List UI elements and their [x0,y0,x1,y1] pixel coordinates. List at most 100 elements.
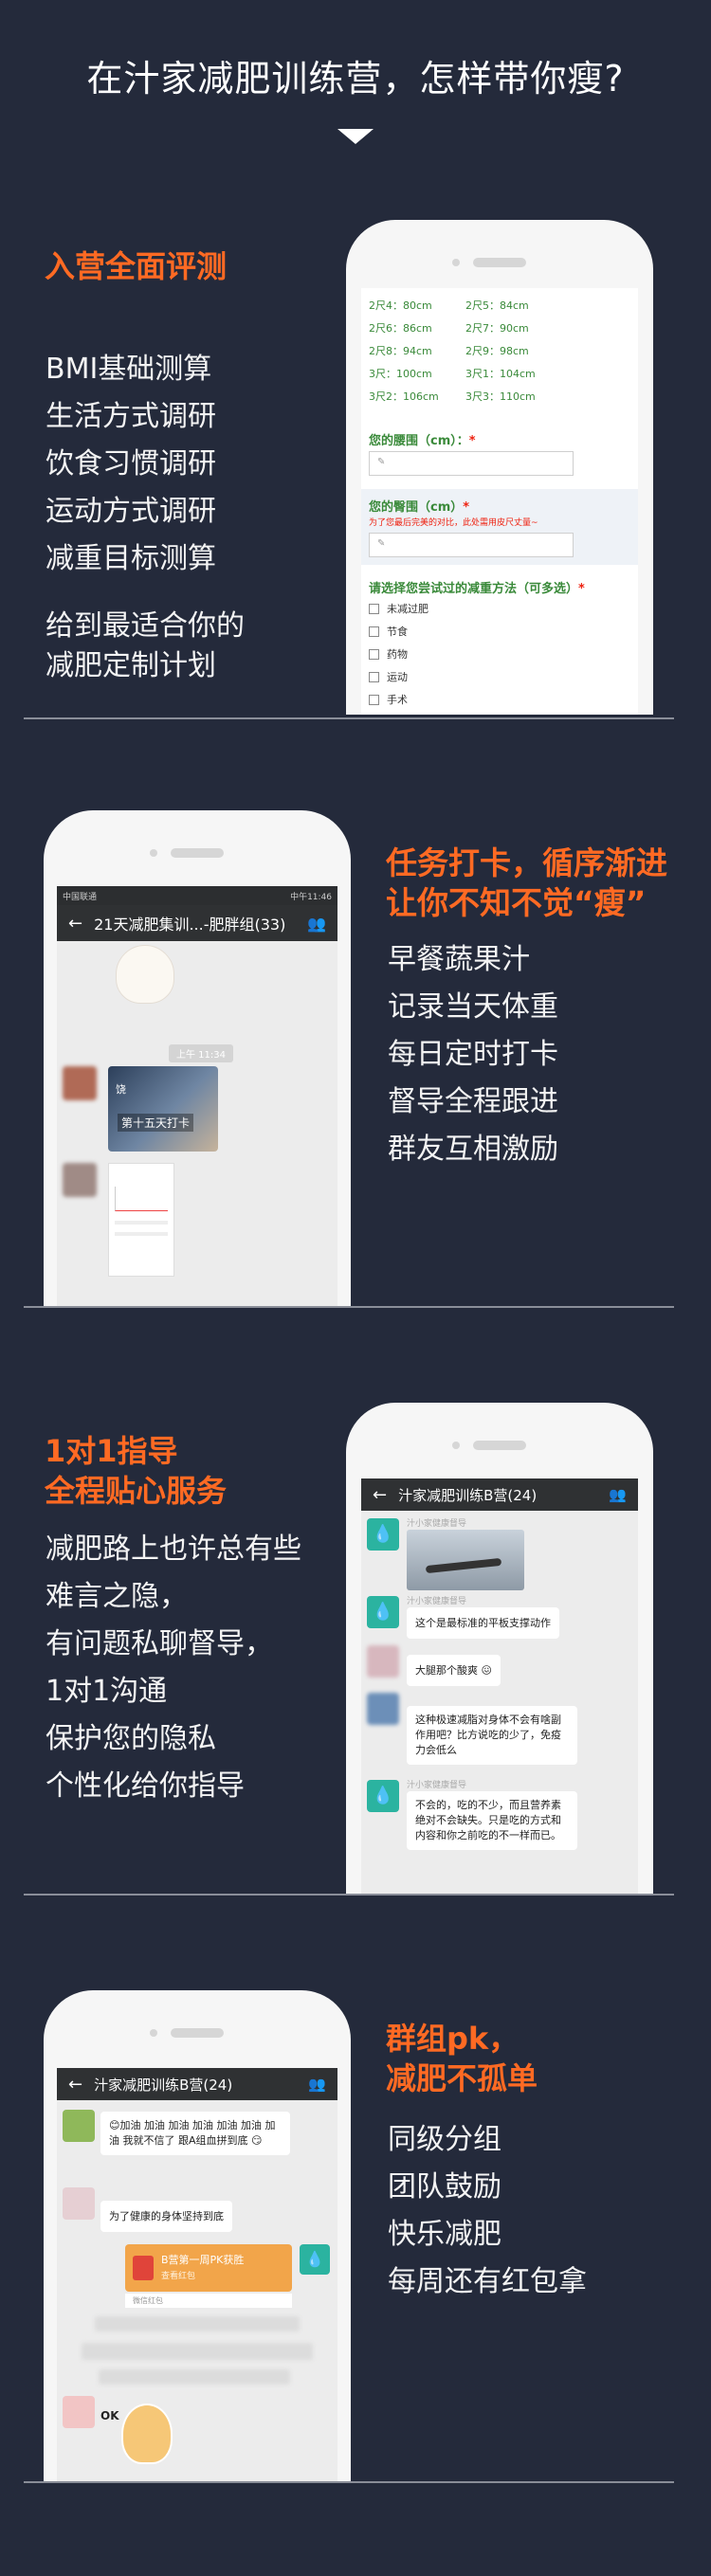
list-item: 有问题私聊督导， [46,1627,273,1660]
summary-line: 给到最适合你的 [46,609,245,643]
section-checkin: 中国联通 中午11:46 ← 21天减肥集训...-肥胖组(33) 👥 上午 1… [0,720,711,1308]
avatar [63,2110,95,2142]
waist-input[interactable]: ✎ [369,451,574,476]
section-divider [24,717,674,719]
sticker-label: OK [100,2409,119,2422]
chat-screen: ← 汁家减肥训练B营(24) 👥 😊加油 加油 加油 加油 加油 加油 加油 我… [57,2068,337,2483]
phone-form-mockup: 2尺4：80cm 2尺5：84cm 2尺6：86cm 2尺7：90cm 2尺8：… [346,220,653,715]
photo-caption: 第十五天打卡 [118,1114,194,1132]
phone-camera [150,849,157,857]
avatar [367,1693,399,1725]
form-screen: 2尺4：80cm 2尺5：84cm 2尺6：86cm 2尺7：90cm 2尺8：… [361,288,638,715]
message-time: 上午 11:34 [169,1044,233,1062]
list-item: 保护您的隐私 [46,1722,216,1755]
summary-text: 给到最适合你的 减肥定制计划 [46,607,245,686]
section-coaching: 1对1指导 全程贴心服务 减肥路上也许总有些 难言之隐， 有问题私聊督导， 1对… [0,1308,711,1896]
chat-screen: 中国联通 中午11:46 ← 21天减肥集训...-肥胖组(33) 👥 上午 1… [57,886,337,1308]
chat-bubble: 这个是最标准的平板支撑动作 [407,1607,559,1639]
method-checkbox[interactable]: 手术 [369,692,408,707]
list-item: 同级分组 [388,2123,501,2156]
list-item: 记录当天体重 [388,990,558,1024]
chat-bubble: 这种极速减脂对身体不会有啥副作用吧？比方说吃的少了，免疫力会低么 [407,1706,577,1765]
size-option: 2尺4：80cm [369,299,432,312]
red-packet-icon [133,2256,154,2280]
hip-note: 为了您最后完美的对比，此处需用皮尺丈量~ [369,518,538,528]
phone-chat-mockup: ← 汁家减肥训练B营(24) 👥 💧 汁小家健康督导 💧 汁小家健康督导 这个是… [346,1403,653,1896]
phone-camera [150,2029,157,2037]
chat-screen: ← 汁家减肥训练B营(24) 👥 💧 汁小家健康督导 💧 汁小家健康督导 这个是… [361,1478,638,1896]
avatar [63,1066,97,1100]
list-item: 早餐蔬果汁 [388,943,530,976]
admin-avatar: 💧 [300,2244,330,2275]
list-item: BMI基础测算 [46,353,212,386]
checkbox-icon [369,626,379,637]
section-heading: 任务打卡，循序渐进 让你不知不觉“瘦” [386,844,667,921]
system-notice [99,2369,290,2385]
phone-speaker [473,1441,526,1450]
list-item: 快乐减肥 [388,2218,501,2251]
list-item: 团队鼓励 [388,2170,501,2204]
size-option: 3尺1：104cm [465,368,536,380]
list-item: 群友互相激励 [388,1133,558,1166]
sender-name: 汁小家健康督导 [407,1597,467,1606]
checkbox-icon [369,603,379,614]
method-checkbox[interactable]: 药物 [369,646,408,662]
section-group-pk: ← 汁家减肥训练B营(24) 👥 😊加油 加油 加油 加油 加油 加油 加油 我… [0,1896,711,2576]
admin-avatar: 💧 [367,1596,399,1628]
system-notice [82,2343,313,2360]
size-option: 3尺：100cm [369,368,432,380]
sticker-image: OK [100,2396,176,2472]
avatar [367,1645,399,1678]
back-arrow-icon[interactable]: ← [68,914,82,934]
list-item: 运动方式调研 [46,495,216,528]
checkin-photo[interactable]: 饶 第十五天打卡 [108,1066,218,1152]
list-item: 每周还有红包拿 [388,2265,587,2298]
chat-title-bar: ← 汁家减肥训练B营(24) 👥 [361,1478,638,1511]
back-arrow-icon[interactable]: ← [373,1485,387,1505]
chat-bubble: 大腿那个酸爽 😖 [407,1655,501,1686]
plank-photo[interactable] [407,1530,524,1590]
methods-label: 请选择您尝试过的减重方法（可多选）* [369,582,585,596]
section-assessment: 入营全面评测 BMI基础测算 生活方式调研 饮食习惯调研 运动方式调研 减重目标… [0,0,711,720]
list-item: 饮食习惯调研 [46,447,216,481]
section-heading: 入营全面评测 [45,248,228,284]
phone-camera [452,1442,460,1449]
method-checkbox[interactable]: 运动 [369,669,408,684]
hip-label: 您的臀围（cm）* [369,500,470,515]
red-packet-footer: 微信红包 [125,2294,292,2308]
back-arrow-icon[interactable]: ← [68,2075,82,2095]
phone-speaker [171,2028,224,2038]
section-heading: 1对1指导 全程贴心服务 [45,1433,228,1509]
list-item: 每日定时打卡 [388,1038,558,1071]
section-divider [24,2481,674,2483]
method-checkbox[interactable]: 未减过肥 [369,601,428,616]
size-option: 2尺6：86cm [369,322,432,335]
avatar [63,2396,95,2428]
red-packet[interactable]: B营第一周PK获胜 查看红包 [125,2244,292,2292]
sticker-image [116,945,174,1004]
phone-speaker [171,848,224,858]
group-members-icon[interactable]: 👥 [609,1486,627,1503]
sender-name: 汁小家健康督导 [407,1519,467,1529]
group-members-icon[interactable]: 👥 [308,2076,326,2093]
checkbox-icon [369,694,379,705]
admin-avatar: 💧 [367,1518,399,1551]
checkbox-icon [369,648,379,660]
chat-bubble: 😊加油 加油 加油 加油 加油 加油 加油 我就不信了 跟A组血拼到底 😏 [100,2112,290,2155]
list-item: 难言之隐， [46,1580,188,1613]
feature-list: 早餐蔬果汁 记录当天体重 每日定时打卡 督导全程跟进 群友互相激励 [388,936,558,1173]
group-members-icon[interactable]: 👥 [307,915,326,933]
chart-screenshot[interactable] [108,1163,174,1277]
list-item: 减重目标测算 [46,542,216,575]
sender-name: 汁小家健康督导 [407,1781,467,1790]
hip-input[interactable]: ✎ [369,533,574,557]
method-checkbox[interactable]: 节食 [369,624,408,639]
feature-list: BMI基础测算 生活方式调研 饮食习惯调研 运动方式调研 减重目标测算 [46,346,216,583]
phone-speaker [473,258,526,267]
phone-chat-mockup: ← 汁家减肥训练B营(24) 👥 😊加油 加油 加油 加油 加油 加油 加油 我… [44,1990,351,2483]
list-item: 减肥路上也许总有些 [46,1533,301,1566]
admin-avatar: 💧 [367,1780,399,1812]
chat-title-bar: ← 21天减肥集训...-肥胖组(33) 👥 [57,905,337,941]
list-item: 督导全程跟进 [388,1085,558,1118]
list-item: 1对1沟通 [46,1675,168,1708]
